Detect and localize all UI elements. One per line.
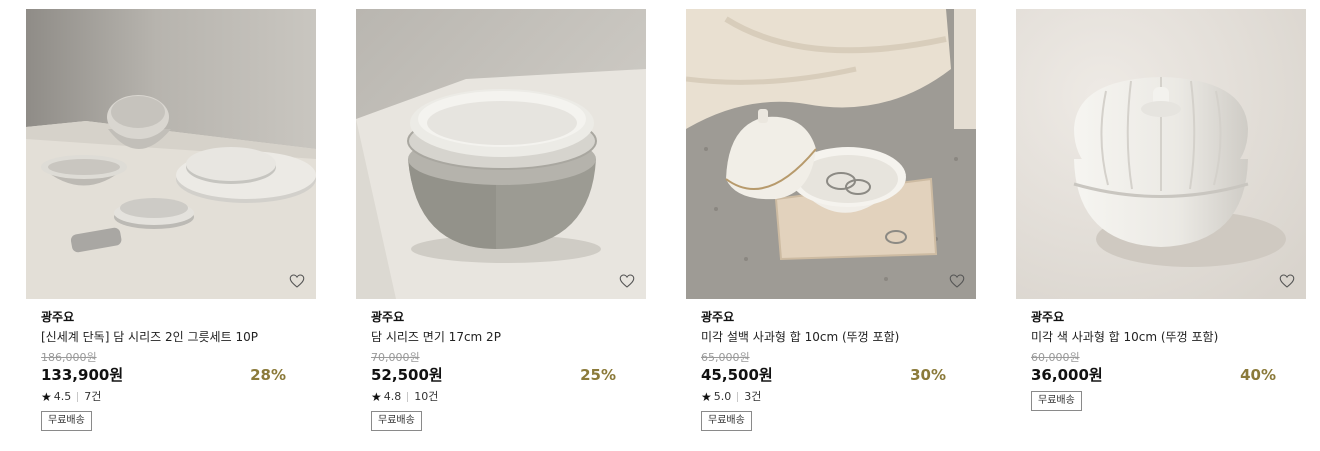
product-card[interactable]: 광주요 미각 색 사과형 합 10cm (뚜껑 포함) 60,000원 36,0… (1016, 9, 1306, 411)
free-shipping-badge: 무료배송 (701, 411, 752, 431)
product-image[interactable] (686, 9, 976, 299)
product-card[interactable]: 광주요 미각 설백 사과형 합 10cm (뚜껑 포함) 65,000원 45,… (686, 9, 976, 431)
star-icon: ★ (701, 390, 712, 404)
heart-icon[interactable] (618, 272, 636, 290)
discount-rate: 40% (1240, 366, 1276, 384)
brand-name: 광주요 (701, 310, 735, 324)
star-icon: ★ (371, 390, 382, 404)
product-title[interactable]: [신세계 단독] 담 시리즈 2인 그릇세트 10P (41, 330, 301, 344)
free-shipping-badge: 무료배송 (371, 411, 422, 431)
product-card[interactable]: 광주요 담 시리즈 면기 17cm 2P 70,000원 52,500원 25%… (356, 9, 646, 431)
rating-row: ★ 5.0 3건 (701, 390, 961, 404)
sale-price: 36,000원 (1031, 366, 1103, 384)
star-icon: ★ (41, 390, 52, 404)
product-title[interactable]: 미각 설백 사과형 합 10cm (뚜껑 포함) (701, 330, 961, 344)
apple-shaped-lidded-bowl-closed-photo (1016, 9, 1306, 299)
rating-score: 4.8 (383, 390, 402, 403)
original-price: 70,000원 (371, 351, 420, 364)
free-shipping-badge: 무료배송 (1031, 391, 1082, 411)
product-image[interactable] (1016, 9, 1306, 299)
rating-row: ★ 4.5 7건 (41, 390, 301, 404)
sale-price: 52,500원 (371, 366, 443, 384)
sale-price: 45,500원 (701, 366, 773, 384)
heart-icon[interactable] (948, 272, 966, 290)
product-title[interactable]: 담 시리즈 면기 17cm 2P (371, 330, 631, 344)
rating-row: ★ 4.8 10건 (371, 390, 631, 404)
review-count: 10건 (414, 390, 439, 403)
heart-icon[interactable] (1278, 272, 1296, 290)
stacked-noodle-bowls-photo (356, 9, 646, 299)
brand-name: 광주요 (371, 310, 405, 324)
original-price: 60,000원 (1031, 351, 1080, 364)
rating-score: 5.0 (713, 390, 732, 403)
apple-shaped-lidded-bowl-open-photo (686, 9, 976, 299)
divider (407, 392, 409, 402)
review-count: 7건 (84, 390, 102, 403)
product-image[interactable] (356, 9, 646, 299)
free-shipping-badge: 무료배송 (41, 411, 92, 431)
brand-name: 광주요 (41, 310, 75, 324)
divider (77, 392, 79, 402)
heart-icon[interactable] (288, 272, 306, 290)
ceramic-dinner-set-photo (26, 9, 316, 299)
brand-name: 광주요 (1031, 310, 1065, 324)
discount-rate: 28% (250, 366, 286, 384)
product-title[interactable]: 미각 색 사과형 합 10cm (뚜껑 포함) (1031, 330, 1291, 344)
sale-price: 133,900원 (41, 366, 124, 384)
product-card[interactable]: 광주요 [신세계 단독] 담 시리즈 2인 그릇세트 10P 186,000원 … (26, 9, 316, 431)
product-image[interactable] (26, 9, 316, 299)
discount-rate: 30% (910, 366, 946, 384)
rating-score: 4.5 (53, 390, 72, 403)
divider (737, 392, 739, 402)
product-grid: 광주요 [신세계 단독] 담 시리즈 2인 그릇세트 10P 186,000원 … (0, 0, 1320, 451)
review-count: 3건 (744, 390, 762, 403)
original-price: 186,000원 (41, 351, 97, 364)
original-price: 65,000원 (701, 351, 750, 364)
discount-rate: 25% (580, 366, 616, 384)
